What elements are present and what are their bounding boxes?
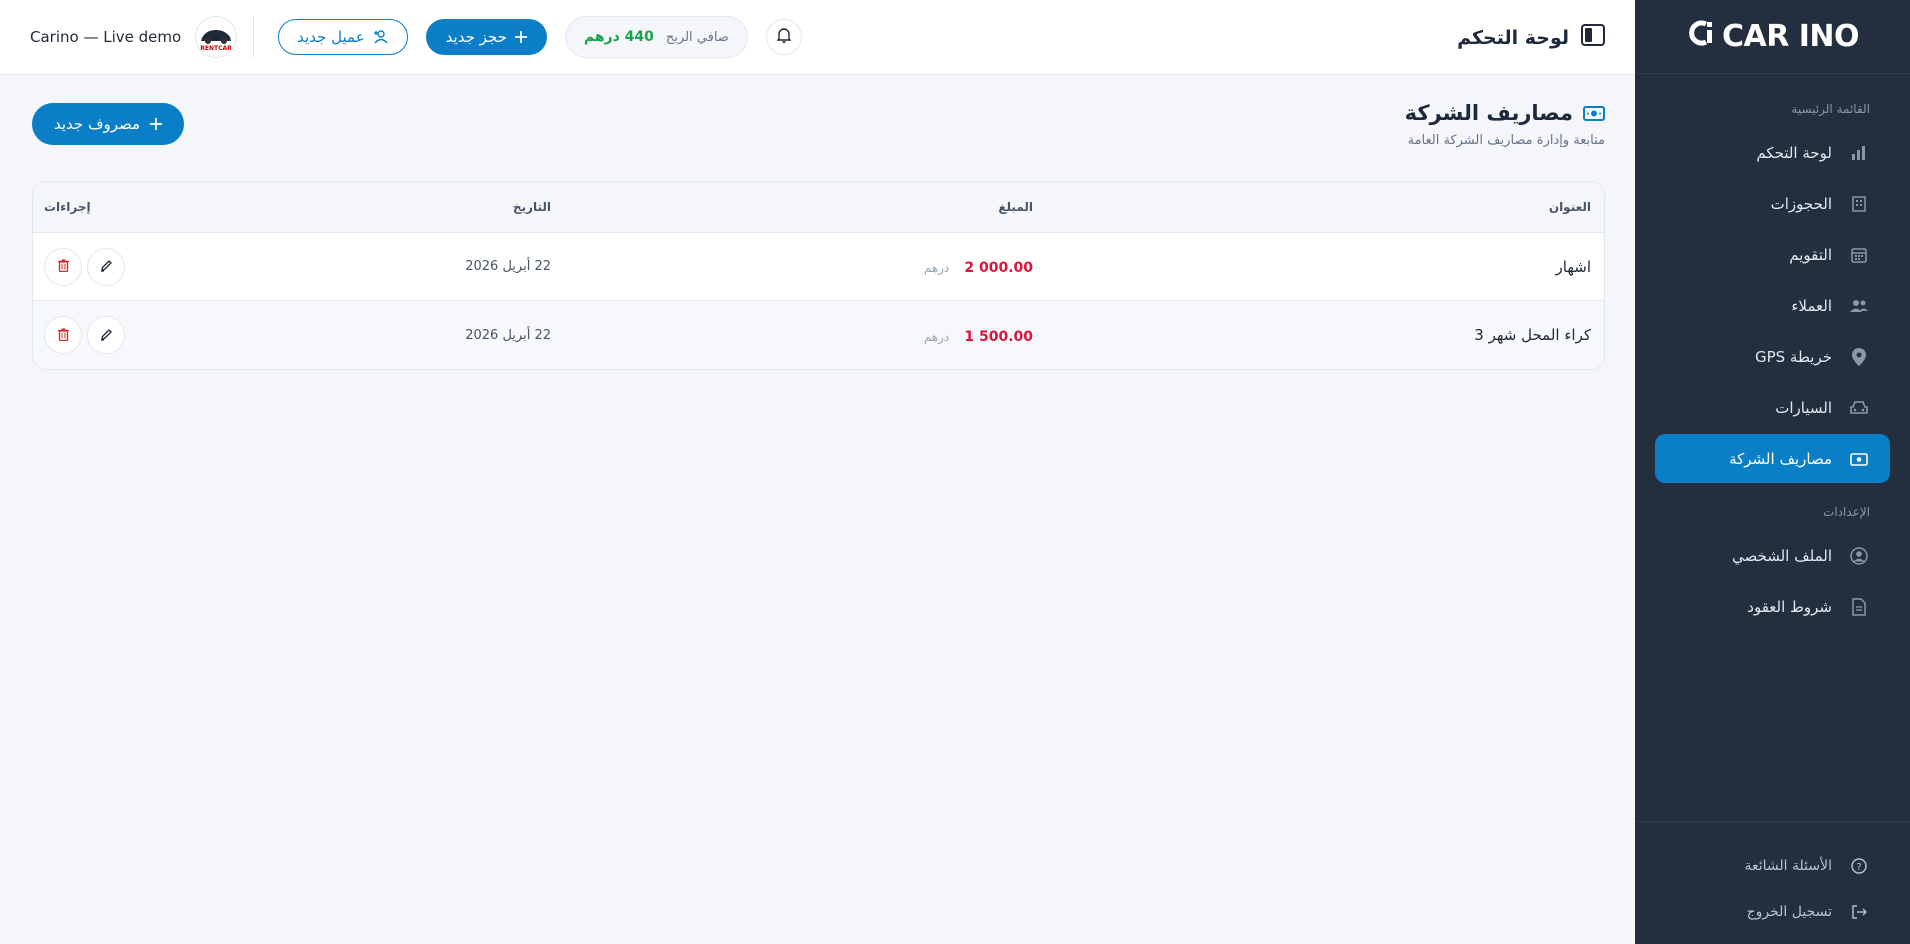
car-icon: [1848, 397, 1870, 419]
topbar-title-group: لوحة التحكم: [1457, 24, 1605, 51]
section-title-group: مصاريف الشركة: [1405, 101, 1605, 125]
column-header-title[interactable]: العنوان: [1033, 200, 1604, 214]
document-icon: [1848, 596, 1870, 618]
users-icon: [1848, 295, 1870, 317]
sidebar-item-cars[interactable]: السيارات: [1655, 383, 1890, 432]
new-expense-button[interactable]: مصروف جديد: [32, 103, 185, 145]
expense-amount: 2 000.00: [964, 260, 1033, 276]
edit-button[interactable]: [87, 316, 125, 354]
new-client-label: عميل جديد: [297, 28, 365, 46]
table-header: العنوان المبلغ التاريخ إجراءات: [33, 182, 1604, 233]
table-row: اشهار 2 000.00 درهم 22 أبريل 2026: [33, 233, 1604, 301]
trash-icon: [57, 257, 69, 276]
cash-icon: [1848, 448, 1870, 470]
expense-amount-cell: 1 500.00 درهم: [551, 326, 1033, 345]
sidebar: CAR INO القائمة الرئيسية لوحة التحكم الح…: [1635, 0, 1910, 944]
account-name[interactable]: Carino — Live demo: [30, 28, 181, 46]
calendar-icon: [1848, 244, 1870, 266]
plus-icon: [514, 31, 527, 43]
column-header-amount[interactable]: المبلغ: [551, 200, 1033, 214]
plus-icon: [150, 118, 163, 130]
sidebar-item-label: تسجيل الخروج: [1746, 904, 1832, 920]
edit-button[interactable]: [87, 247, 125, 286]
expense-title: كراء المحل شهر 3: [1474, 326, 1591, 344]
help-circle-icon: ?: [1848, 855, 1870, 877]
sidebar-item-label: الأسئلة الشائعة: [1744, 858, 1833, 874]
table-row: كراء المحل شهر 3 1 500.00 درهم 22 أبريل …: [33, 301, 1604, 369]
expense-amount-cell: 2 000.00 درهم: [551, 257, 1033, 276]
sidebar-item-logout[interactable]: تسجيل الخروج: [1655, 890, 1890, 934]
settings-heading: الإعدادات: [1823, 505, 1870, 519]
sidebar-item-label: السيارات: [1775, 398, 1832, 417]
sidebar-item-calendar[interactable]: التقويم: [1655, 230, 1890, 279]
new-expense-label: مصروف جديد: [54, 115, 141, 133]
row-actions: [33, 316, 139, 354]
sidebar-item-label: لوحة التحكم: [1756, 143, 1832, 162]
delete-button[interactable]: [44, 247, 82, 286]
expenses-table: العنوان المبلغ التاريخ إجراءات اشهار 2 0…: [32, 181, 1605, 370]
sidebar-item-label: الملف الشخصي: [1732, 546, 1832, 565]
sidebar-item-label: مصاريف الشركة: [1729, 449, 1832, 468]
sidebar-item-label: خريطة GPS: [1754, 347, 1832, 366]
pencil-icon: [100, 326, 113, 345]
delete-button[interactable]: [44, 316, 82, 354]
account-avatar[interactable]: RENTCAR: [195, 16, 238, 58]
expense-amount: 1 500.00: [964, 328, 1033, 345]
section-title: مصاريف الشركة: [1404, 101, 1573, 125]
row-actions: [33, 247, 139, 286]
sidebar-item-label: شروط العقود: [1747, 597, 1832, 616]
sidebar-item-dashboard[interactable]: لوحة التحكم: [1655, 128, 1890, 177]
brand-logo[interactable]: CAR INO: [1635, 0, 1910, 74]
trash-icon: [57, 326, 69, 345]
divider: [253, 16, 255, 58]
notifications-button[interactable]: [765, 19, 802, 55]
currency-label: درهم: [923, 261, 950, 275]
sidebar-item-faq[interactable]: ? الأسئلة الشائعة: [1655, 844, 1890, 888]
sidebar-item-label: التقويم: [1789, 245, 1832, 264]
pencil-icon: [100, 257, 113, 276]
sidebar-item-company-expenses[interactable]: مصاريف الشركة: [1655, 434, 1890, 483]
bell-icon: [776, 27, 792, 47]
new-client-button[interactable]: عميل جديد: [278, 19, 408, 55]
brand-name: CAR INO: [1721, 19, 1860, 54]
logout-icon: [1848, 901, 1870, 923]
new-booking-button[interactable]: حجز جديد: [425, 19, 547, 55]
currency-label: درهم: [923, 329, 950, 344]
net-profit-value: 440 درهم: [583, 29, 654, 45]
sidebar-footer: ? الأسئلة الشائعة تسجيل الخروج: [1635, 821, 1910, 936]
cash-icon: [1583, 105, 1605, 122]
map-pin-icon: [1848, 346, 1870, 368]
svg-text:?: ?: [1856, 862, 1861, 873]
section-subtitle: متابعة وإدارة مصاريف الشركة العامة: [1407, 133, 1605, 148]
topbar-actions: Carino — Live demo RENTCAR عميل جديد حجز…: [30, 16, 802, 58]
sidebar-item-bookings[interactable]: الحجوزات: [1655, 179, 1890, 228]
sidebar-toggle-icon[interactable]: [1581, 24, 1605, 51]
net-profit-badge: صافي الربح 440 درهم: [564, 16, 748, 58]
expense-date: 22 أبريل 2026: [465, 327, 551, 343]
expense-date: 22 أبريل 2026: [465, 259, 551, 274]
user-plus-icon: [373, 30, 389, 44]
sidebar-item-contract-terms[interactable]: شروط العقود: [1655, 582, 1890, 631]
page-header: مصاريف الشركة متابعة وإدارة مصاريف الشرك…: [1405, 101, 1605, 148]
page-title: لوحة التحكم: [1457, 26, 1569, 49]
sidebar-item-clients[interactable]: العملاء: [1655, 281, 1890, 330]
top-bar: لوحة التحكم Carino — Live demo RENTCAR ع…: [0, 0, 1635, 75]
column-header-date[interactable]: التاريخ: [139, 200, 551, 214]
account-logo-text: RENTCAR: [200, 45, 232, 52]
building-icon: [1848, 193, 1870, 215]
net-profit-label: صافي الربح: [665, 29, 729, 45]
sidebar-item-label: الحجوزات: [1770, 194, 1832, 213]
sidebar-item-label: العملاء: [1791, 296, 1832, 315]
main-menu-heading: القائمة الرئيسية: [1791, 102, 1870, 116]
sidebar-item-profile[interactable]: الملف الشخصي: [1655, 531, 1890, 580]
new-booking-label: حجز جديد: [445, 28, 507, 46]
brand-mark-icon: [1686, 18, 1716, 56]
column-header-actions: إجراءات: [44, 200, 91, 214]
bar-chart-icon: [1848, 142, 1870, 164]
user-circle-icon: [1848, 545, 1870, 567]
sidebar-item-gps-map[interactable]: خريطة GPS: [1655, 332, 1890, 381]
expense-title: اشهار: [1555, 257, 1591, 276]
